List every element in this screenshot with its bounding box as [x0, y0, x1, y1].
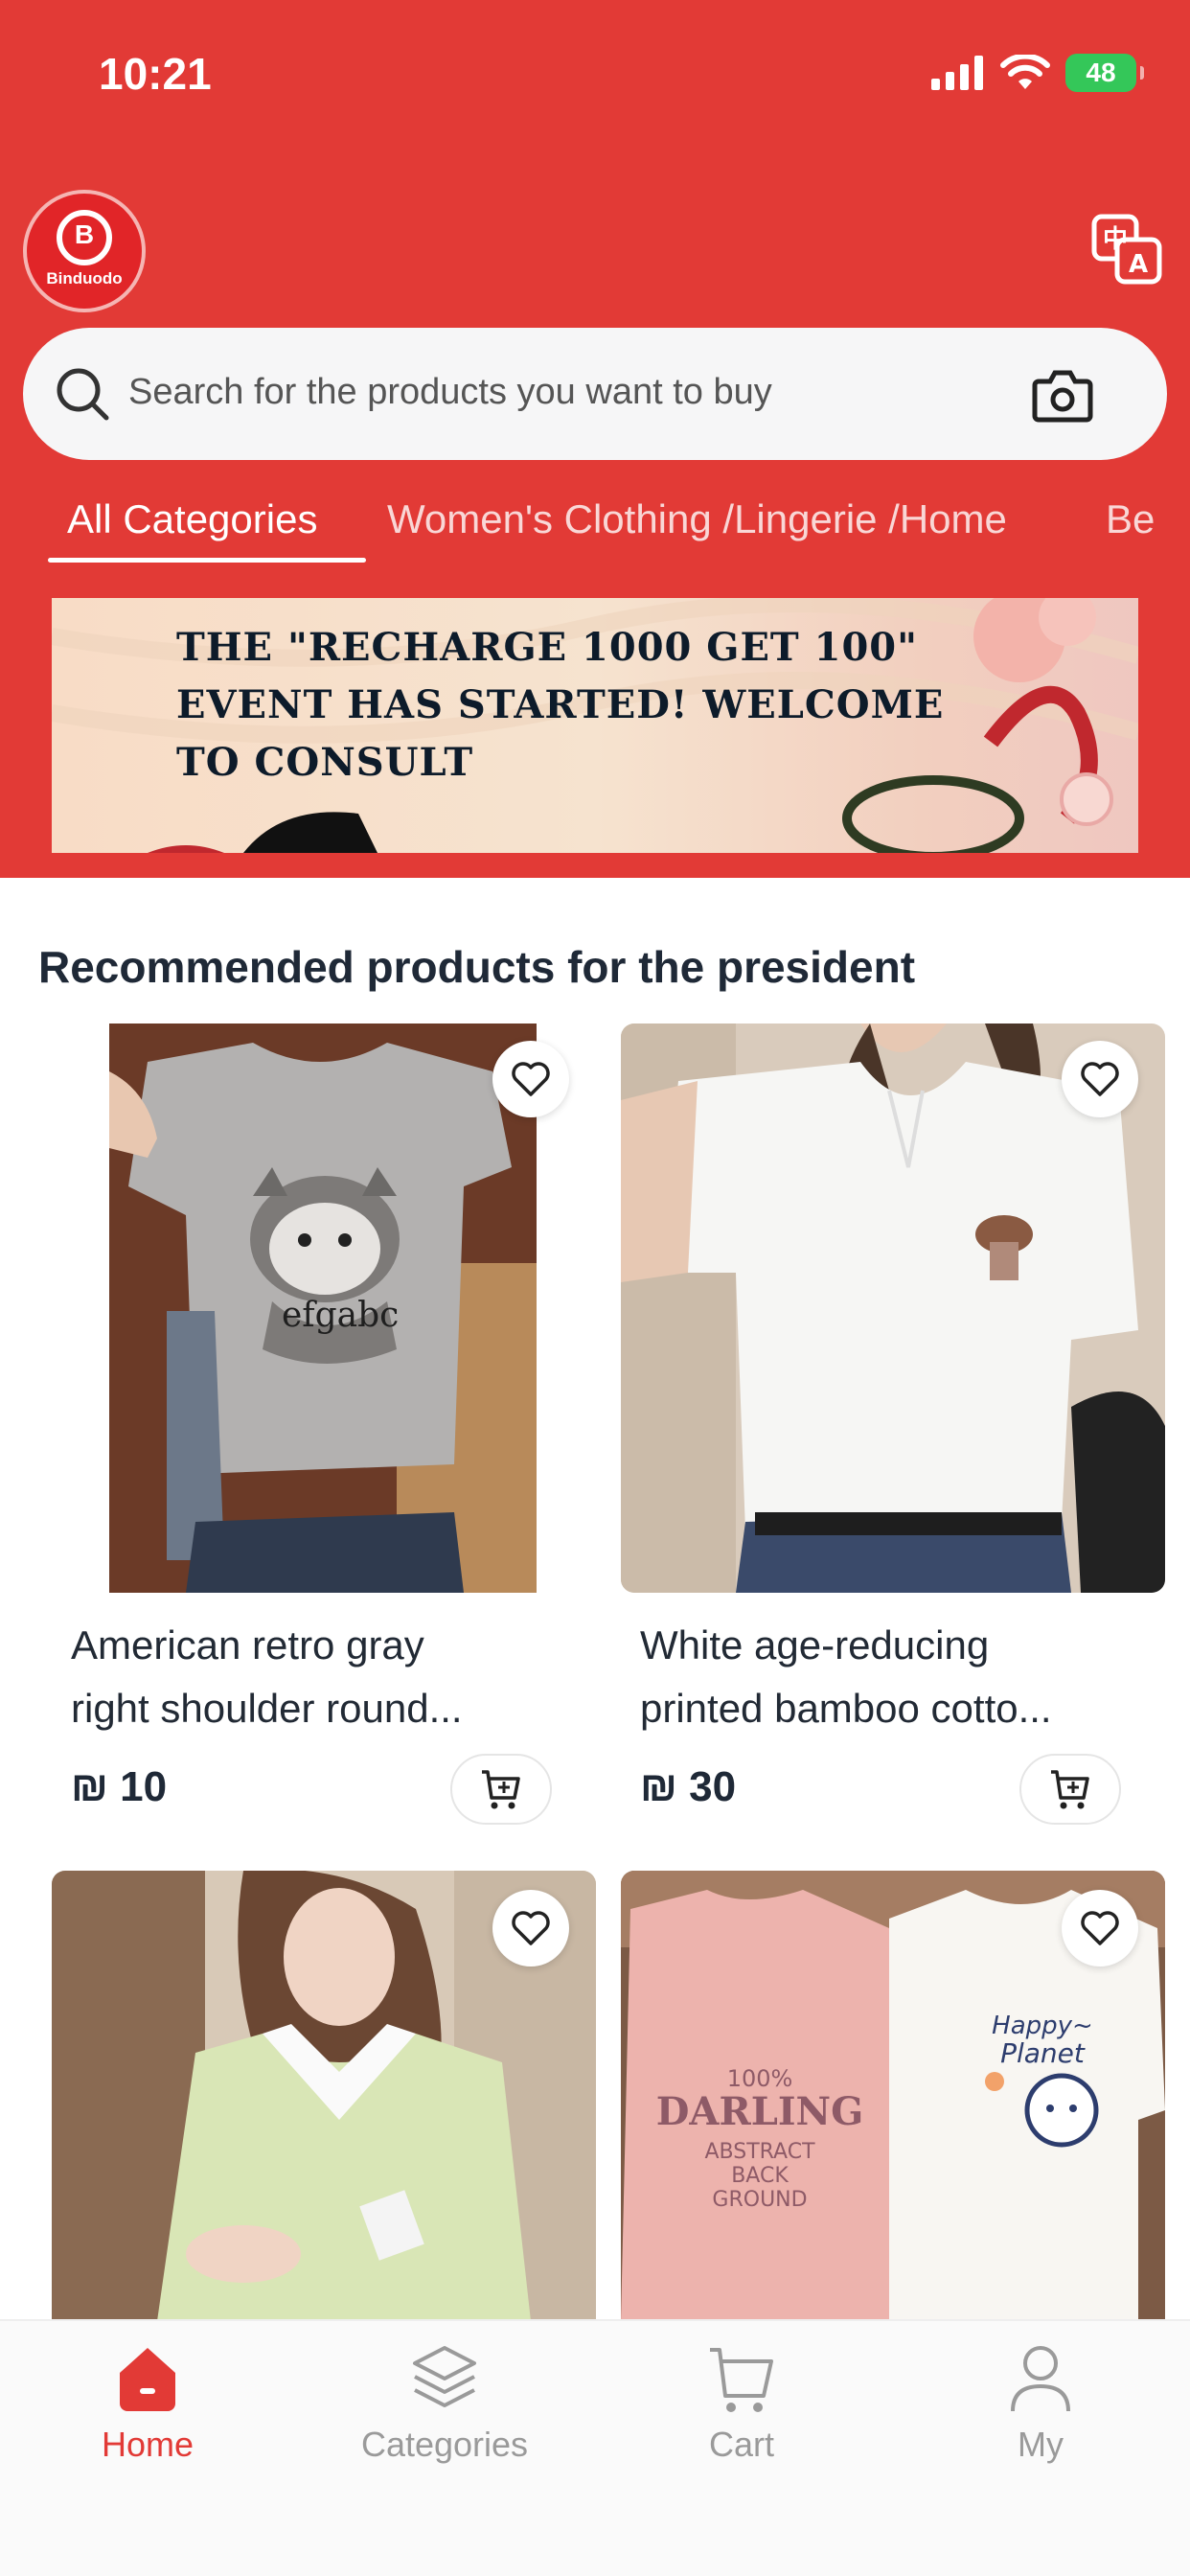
price-value: 10: [120, 1763, 168, 1810]
battery-indicator: 48: [1065, 54, 1144, 92]
product-price: ₪ 10: [71, 1763, 167, 1811]
home-icon: [120, 2348, 175, 2411]
tab-beauty[interactable]: Be: [1106, 496, 1155, 542]
active-tab-indicator: [48, 558, 366, 563]
logo-text: Binduodo: [46, 269, 123, 288]
header: 10:21 48 Binduodo 中 A Search for the: [0, 0, 1190, 878]
tab-label: Home: [101, 2425, 195, 2464]
heart-icon: [512, 1911, 550, 1945]
status-time: 10:21: [99, 49, 212, 99]
brand-logo[interactable]: Binduodo: [23, 190, 146, 312]
add-to-cart-button[interactable]: [1019, 1754, 1121, 1825]
product-title-line1: White age-reducing: [640, 1622, 990, 1668]
svg-text:中: 中: [1103, 225, 1128, 254]
tab-cart[interactable]: Cart: [617, 2340, 866, 2465]
product-price: ₪ 30: [640, 1763, 736, 1811]
print-line-5: GROUND: [712, 2188, 807, 2212]
product-image[interactable]: efgabc: [109, 1024, 537, 1593]
status-icons: 48: [931, 54, 1144, 92]
wifi-icon: [1000, 55, 1050, 89]
add-to-cart-button[interactable]: [450, 1754, 552, 1825]
print-line-7: Planet: [1000, 2037, 1086, 2069]
favorite-button[interactable]: [492, 1041, 569, 1117]
search-bar[interactable]: Search for the products you want to buy: [23, 328, 1167, 460]
layers-icon: [413, 2346, 476, 2407]
tab-my[interactable]: My: [916, 2340, 1165, 2465]
banner-line-2: EVENT HAS STARTED! WELCOME: [176, 682, 945, 727]
tab-all-categories[interactable]: All Categories: [67, 496, 317, 542]
product-title-line2: printed bamboo cotto...: [640, 1686, 1052, 1731]
category-tabs: All Categories Women's Clothing /Lingeri…: [0, 487, 1190, 564]
tab-womens-clothing[interactable]: Women's Clothing /Lingerie /Home: [387, 496, 1007, 542]
translate-icon[interactable]: 中 A: [1090, 213, 1163, 286]
tab-label: My: [1018, 2425, 1064, 2464]
favorite-button[interactable]: [1062, 1041, 1138, 1117]
tab-label: Categories: [360, 2425, 529, 2464]
promo-banner[interactable]: THE "RECHARGE 1000 GET 100" EVENT HAS ST…: [52, 598, 1138, 853]
heart-icon: [512, 1062, 550, 1096]
user-icon: [1011, 2346, 1070, 2412]
banner-line-1: THE "RECHARGE 1000 GET 100": [176, 625, 918, 670]
product-title-line2: right shoulder round...: [71, 1686, 463, 1731]
svg-text:A: A: [1129, 250, 1148, 279]
section-title: Recommended products for the president: [38, 942, 916, 992]
product-title[interactable]: White age-reducing printed bamboo cotto.…: [640, 1614, 1138, 1740]
print-line-2: DARLING: [656, 2089, 864, 2134]
battery-level: 48: [1086, 58, 1116, 87]
currency-symbol: ₪: [640, 1763, 677, 1810]
tab-label: Cart: [708, 2425, 774, 2464]
camera-icon[interactable]: [1029, 360, 1096, 427]
tab-home[interactable]: Home: [23, 2340, 272, 2465]
cellular-signal-icon: [931, 56, 983, 90]
currency-symbol: ₪: [71, 1763, 108, 1810]
search-icon: [57, 368, 109, 421]
print-line-4: BACK: [731, 2164, 789, 2188]
tab-categories[interactable]: Categories: [320, 2340, 569, 2465]
print-line-1: 100%: [727, 2065, 793, 2092]
add-to-cart-icon: [482, 1770, 520, 1809]
bottom-tab-bar: Home Categories Cart My: [0, 2319, 1190, 2576]
print-line-3: ABSTRACT: [704, 2140, 815, 2164]
favorite-button[interactable]: [492, 1890, 569, 1966]
heart-icon: [1081, 1911, 1119, 1945]
print-line-6: Happy~: [992, 2012, 1093, 2040]
add-to-cart-icon: [1051, 1770, 1089, 1809]
logo-mark-icon: [57, 210, 112, 265]
search-input[interactable]: Search for the products you want to buy: [128, 372, 772, 413]
price-value: 30: [689, 1763, 737, 1810]
favorite-button[interactable]: [1062, 1890, 1138, 1966]
banner-line-3: TO CONSULT: [176, 740, 474, 785]
heart-icon: [1081, 1062, 1119, 1096]
product-photo-gray-tee: efgabc: [109, 1024, 537, 1593]
product-title-line1: American retro gray: [71, 1622, 424, 1668]
print-text: efgabc: [282, 1296, 399, 1335]
product-title[interactable]: American retro gray right shoulder round…: [71, 1614, 569, 1740]
cart-icon: [710, 2348, 773, 2412]
